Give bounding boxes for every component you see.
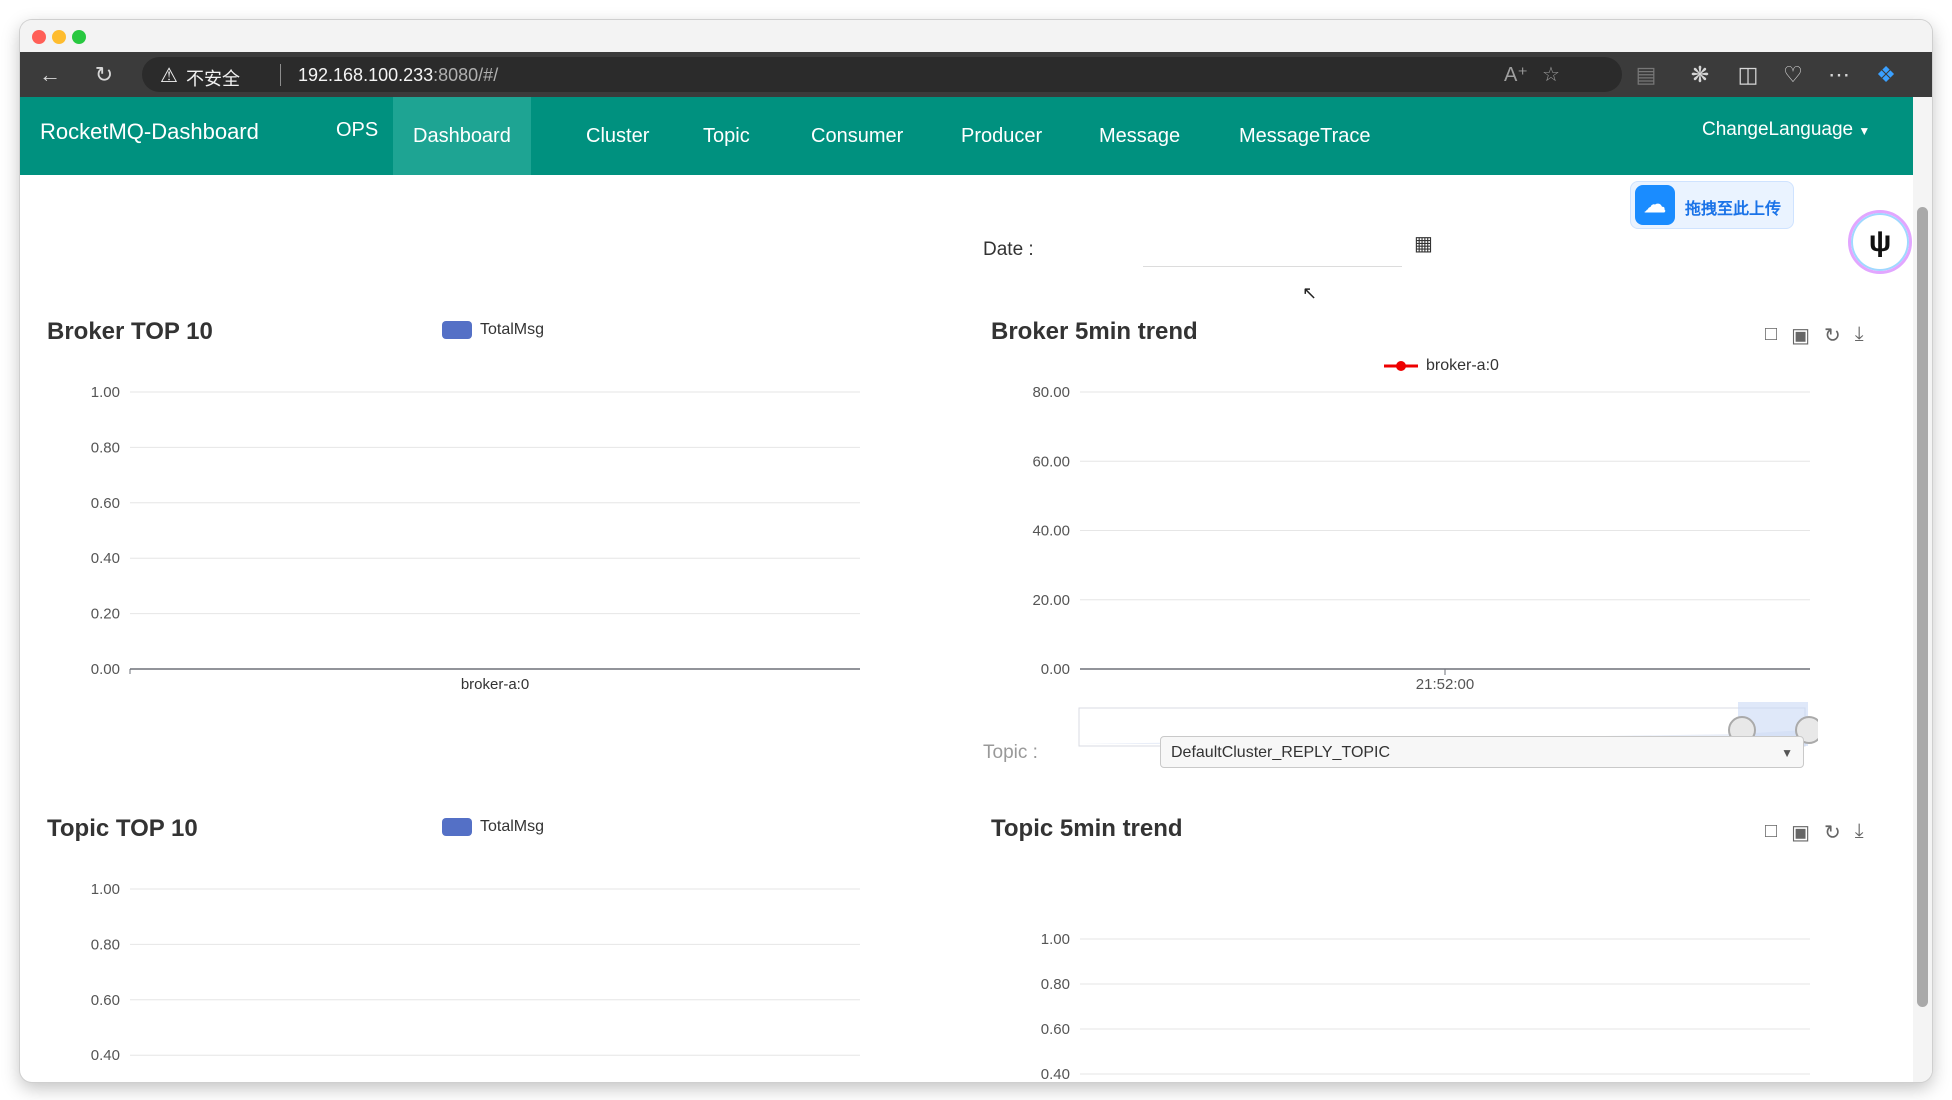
caret-down-icon: ▼ [1858,124,1871,138]
x-tick-label: broker-a:0 [461,676,529,693]
broker-trend-toolbox: □ ▣ ↻ ⤓ [1765,323,1864,348]
split-screen-icon[interactable]: ◫ [1734,61,1762,89]
more-menu-icon[interactable]: ⋯ [1825,61,1853,89]
copilot-icon[interactable]: ❖ [1872,61,1900,89]
nav-topic[interactable]: Topic [683,97,770,175]
y-tick-label: 0.40 [1041,1066,1070,1082]
nav-message[interactable]: Message [1079,97,1200,175]
mouse-cursor-icon: ↖ [1302,283,1318,303]
y-tick-label: 1.00 [91,384,120,401]
page-scrollbar[interactable] [1913,97,1932,1082]
zoom-reset-icon[interactable]: ▣ [1791,323,1810,348]
legend-label: TotalMsg [480,321,545,338]
top-navbar: RocketMQ-Dashboard OPS Dashboard Cluster… [20,97,1913,175]
zoom-reset-icon[interactable]: ▣ [1791,820,1810,845]
topic-trend-chart: 1.00 0.80 0.60 0.40 [1041,931,1810,1082]
y-tick-label: 0.80 [1041,976,1070,993]
browser-toolbar: ← ↻ ⚠ 不安全 192.168.100.233:8080/#/ A⁺ ☆ ▤… [20,52,1932,97]
topic-top10-legend[interactable]: TotalMsg [442,818,544,836]
select-caret-icon: ▼ [1781,746,1793,760]
topic-top10-title: Topic TOP 10 [47,815,198,842]
date-label: Date : [983,239,1034,260]
maximize-window-button[interactable] [72,30,86,44]
read-aloud-icon[interactable]: A⁺ [1504,62,1528,87]
brand-logo[interactable]: RocketMQ-Dashboard [40,119,259,145]
calendar-icon[interactable]: ▦ [1414,231,1433,256]
y-tick-label: 0.40 [91,550,120,567]
download-icon[interactable]: ⤓ [1855,323,1864,348]
refresh-icon[interactable]: ↻ [90,61,118,89]
address-separator [280,64,281,86]
cloud-upload-icon: ☁ [1635,185,1675,225]
y-tick-label: 40.00 [1032,523,1070,540]
upload-widget[interactable]: ☁ 拖拽至此上传 [1630,181,1794,229]
y-tick-label: 0.40 [91,1047,120,1064]
broker-top10-legend[interactable]: TotalMsg [442,321,544,339]
topic-select[interactable]: DefaultCluster_REPLY_TOPIC ▼ [1160,736,1804,768]
nav-messagetrace[interactable]: MessageTrace [1219,97,1391,175]
zoom-icon[interactable]: □ [1765,820,1777,845]
y-tick-label: 0.60 [91,495,120,512]
y-tick-label: 0.80 [91,439,120,456]
close-window-button[interactable] [32,30,46,44]
y-tick-label: 60.00 [1032,453,1070,470]
topic-label: Topic : [983,742,1038,763]
y-tick-label: 0.00 [1041,661,1070,678]
extensions-icon[interactable]: ❋ [1686,61,1714,89]
security-label[interactable]: 不安全 [186,65,240,91]
broker-top10-title: Broker TOP 10 [47,318,213,345]
address-bar[interactable]: ⚠ 不安全 192.168.100.233:8080/#/ A⁺ ☆ [142,57,1622,92]
tab-actions-icon[interactable]: ▤ [1632,61,1660,89]
url-text[interactable]: 192.168.100.233:8080/#/ [298,65,498,86]
topic-select-value: DefaultCluster_REPLY_TOPIC [1171,744,1391,761]
back-icon[interactable]: ← [36,61,64,89]
nav-consumer[interactable]: Consumer [791,97,923,175]
y-tick-label: 0.20 [91,606,120,623]
y-tick-label: 80.00 [1032,384,1070,401]
title-bar [20,20,1932,52]
warning-icon: ⚠ [160,65,178,87]
broker-trend-chart: 80.00 60.00 40.00 20.00 0.00 21:52:00 [1032,384,1810,693]
broker-top10-chart: 1.00 0.80 0.60 0.40 0.20 0.00 broker-a:0 [91,384,860,693]
upload-widget-label: 拖拽至此上传 [1685,201,1782,218]
y-tick-label: 0.60 [1041,1021,1070,1038]
nav-cluster[interactable]: Cluster [566,97,669,175]
topic-top10-chart: 1.00 0.80 0.60 0.40 [91,881,860,1064]
scrollbar-thumb[interactable] [1917,207,1928,1007]
minimize-window-button[interactable] [52,30,66,44]
browser-essentials-icon[interactable]: ♡ [1779,61,1807,89]
change-language-label: ChangeLanguage [1702,119,1854,140]
restore-icon[interactable]: ↻ [1824,323,1841,348]
y-tick-label: 1.00 [1041,931,1070,948]
y-tick-label: 0.80 [91,936,120,953]
y-tick-label: 20.00 [1032,592,1070,609]
y-tick-label: 0.00 [91,661,120,678]
legend-swatch [442,321,472,339]
nav-ops[interactable]: OPS [316,93,398,171]
nav-dashboard[interactable]: Dashboard [393,97,531,175]
zoom-icon[interactable]: □ [1765,323,1777,348]
x-tick-label: 21:52:00 [1416,676,1474,693]
legend-label: TotalMsg [480,818,545,835]
legend-swatch [442,818,472,836]
download-icon[interactable]: ⤓ [1855,820,1864,845]
y-tick-label: 0.60 [91,992,120,1009]
change-language-dropdown[interactable]: ChangeLanguage ▼ [1702,119,1870,141]
date-input[interactable] [1143,236,1402,267]
favorite-star-icon[interactable]: ☆ [1542,62,1560,87]
topic-trend-toolbox: □ ▣ ↻ ⤓ [1765,820,1864,845]
topic-trend-title: Topic 5min trend [991,815,1183,842]
y-tick-label: 1.00 [91,881,120,898]
nav-producer[interactable]: Producer [941,97,1062,175]
assistant-float-icon[interactable]: ψ [1848,210,1912,274]
restore-icon[interactable]: ↻ [1824,820,1841,845]
broker-trend-title: Broker 5min trend [991,318,1198,345]
